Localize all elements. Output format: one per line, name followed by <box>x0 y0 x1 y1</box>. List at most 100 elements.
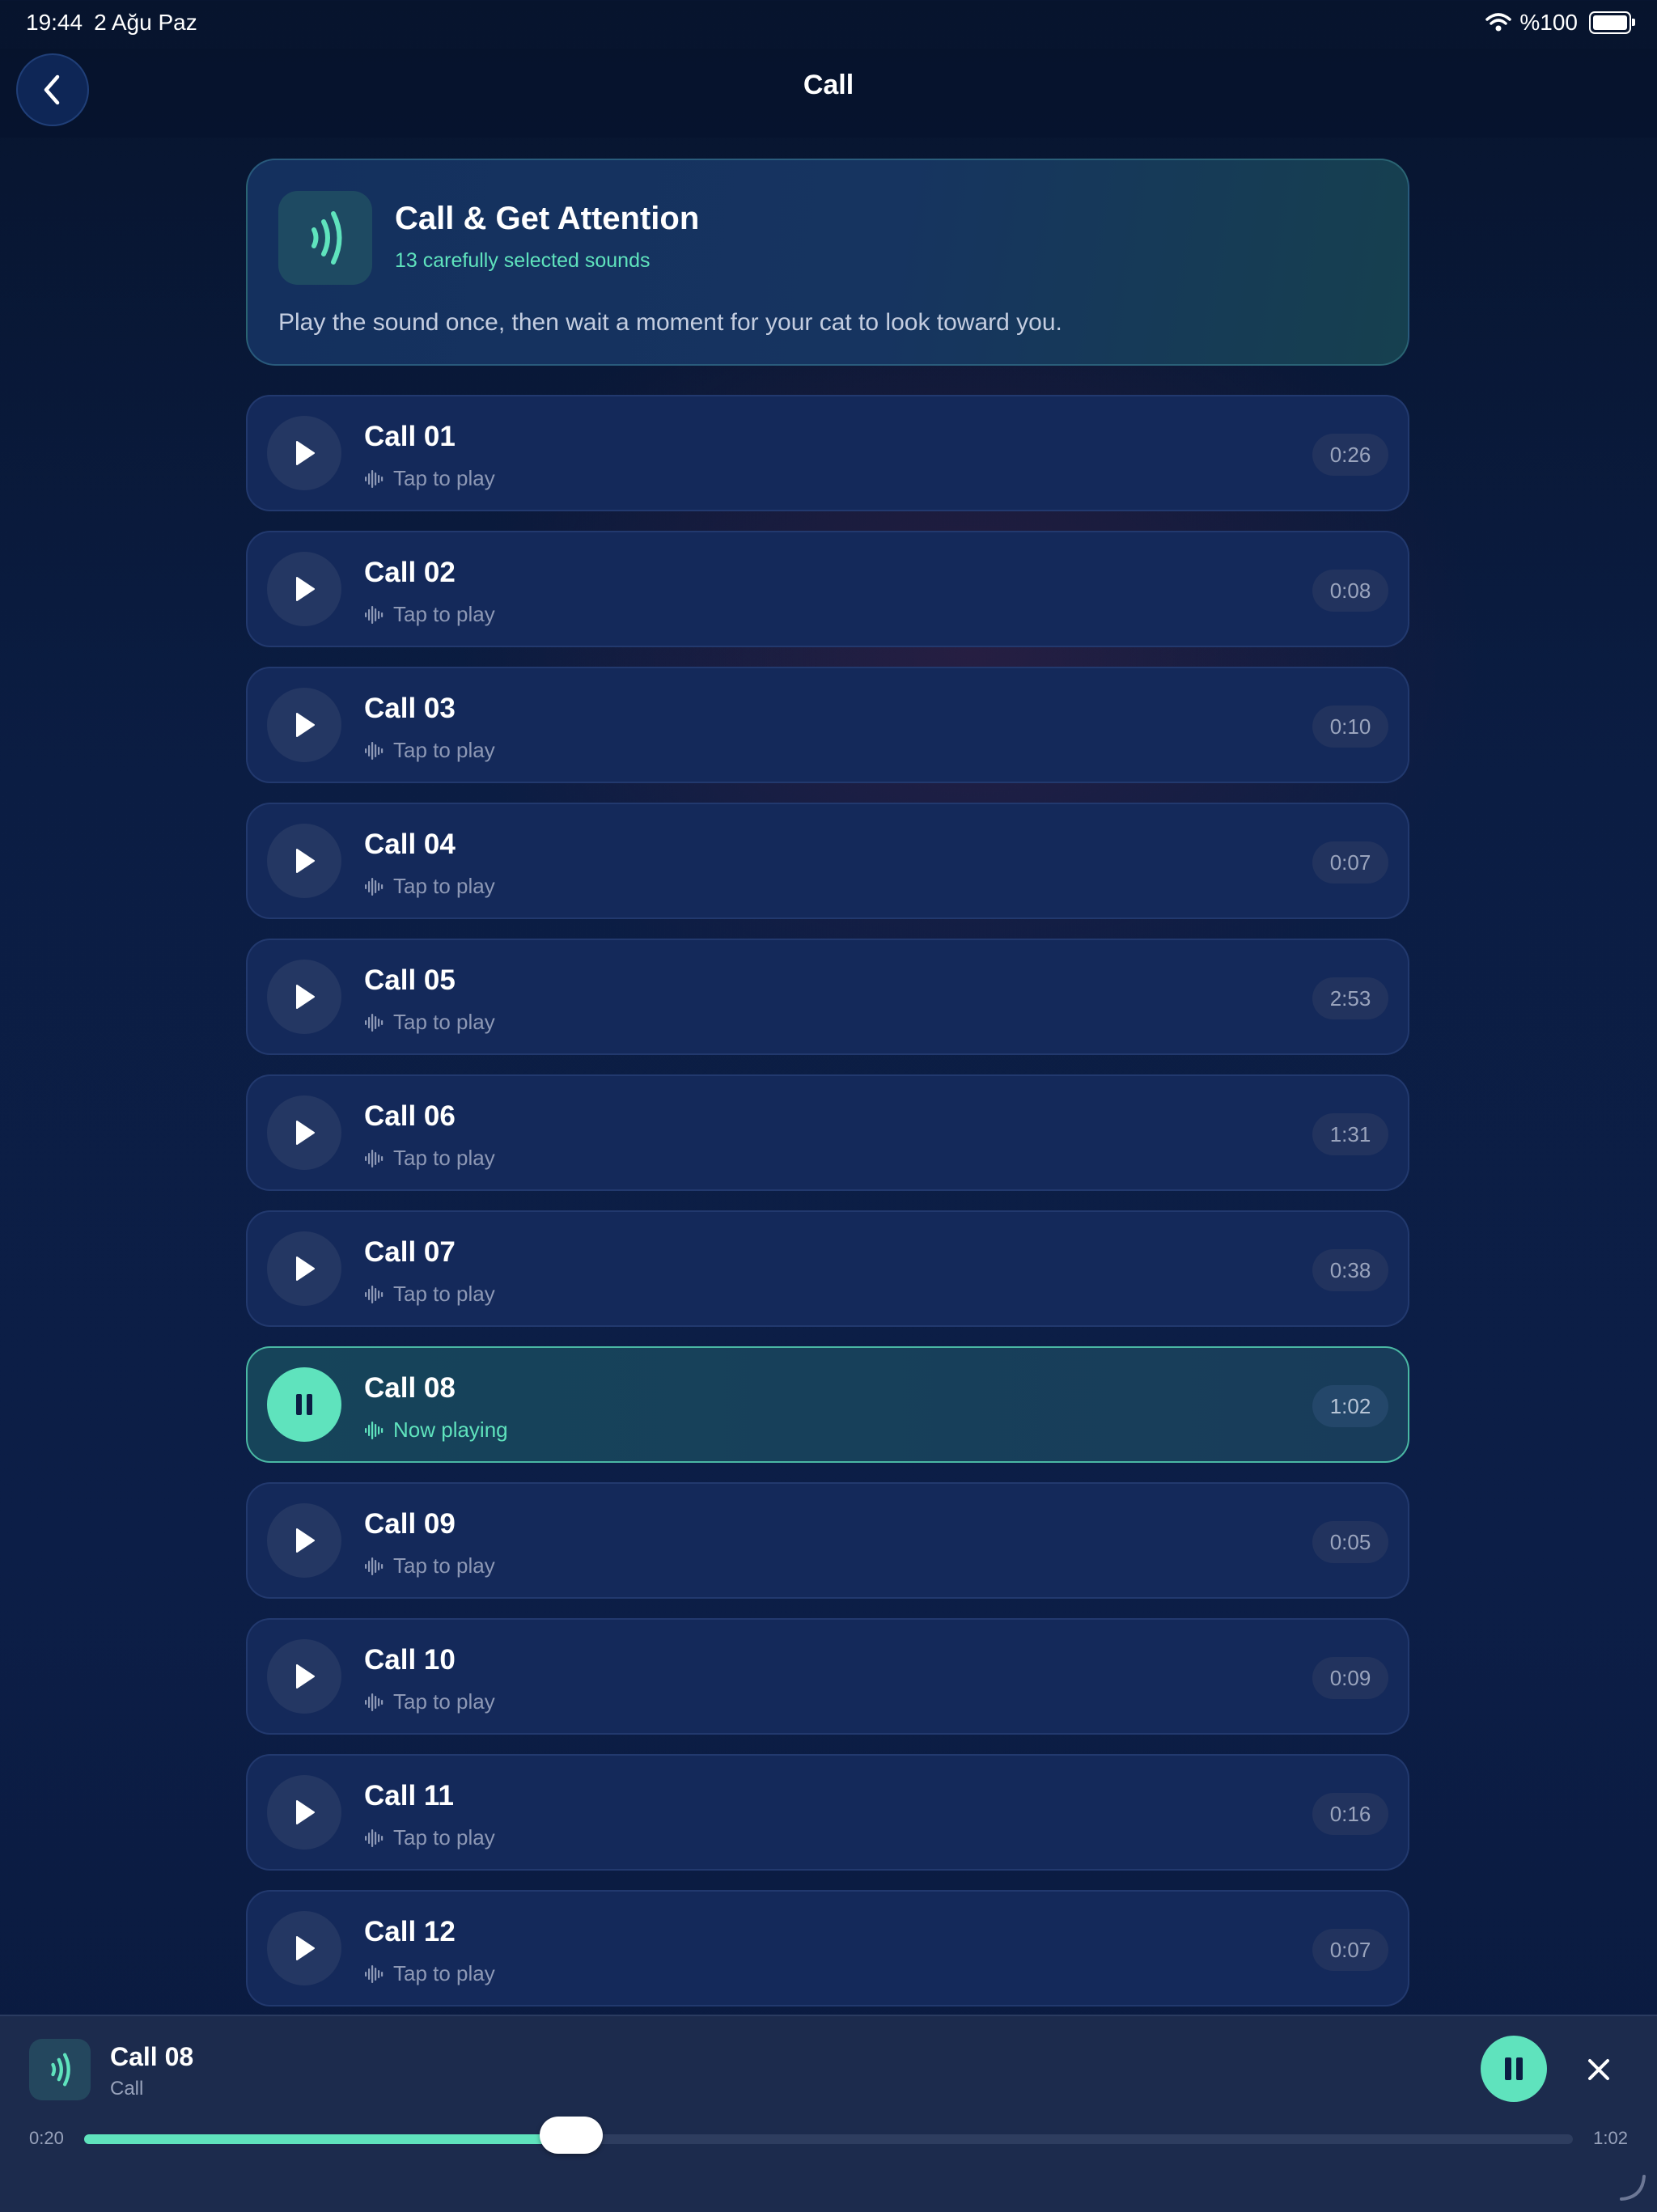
sound-status: Tap to play <box>364 602 495 627</box>
sound-status-label: Tap to play <box>393 1689 495 1714</box>
play-icon <box>296 985 315 1009</box>
battery-percent: %100 <box>1519 10 1578 35</box>
sound-status: Tap to play <box>364 1146 495 1171</box>
waveform-icon <box>365 1285 384 1303</box>
sound-item[interactable]: Call 09 Tap to play 0:05 <box>246 1482 1409 1599</box>
sound-item[interactable]: Call 12 Tap to play 0:07 <box>246 1890 1409 2006</box>
play-icon <box>296 1256 315 1281</box>
sound-item[interactable]: Call 02 Tap to play 0:08 <box>246 531 1409 647</box>
play-button[interactable] <box>267 1231 341 1306</box>
sound-status: Tap to play <box>364 738 495 763</box>
category-icon-box <box>278 191 372 285</box>
duration-badge: 1:31 <box>1312 1113 1388 1155</box>
player-track-title: Call 08 <box>110 2042 194 2071</box>
waveform-icon <box>365 1421 384 1439</box>
duration-badge: 1:02 <box>1312 1385 1388 1427</box>
sound-item[interactable]: Call 05 Tap to play 2:53 <box>246 939 1409 1055</box>
sound-item[interactable]: Call 04 Tap to play 0:07 <box>246 803 1409 919</box>
play-icon <box>296 577 315 601</box>
sound-item[interactable]: Call 11 Tap to play 0:16 <box>246 1754 1409 1871</box>
resize-handle-icon <box>1620 2175 1646 2201</box>
play-button[interactable] <box>267 824 341 898</box>
sound-item[interactable]: Call 03 Tap to play 0:10 <box>246 667 1409 783</box>
sound-status-label: Now playing <box>393 1417 508 1442</box>
player-artwork <box>29 2039 91 2100</box>
waveform-icon <box>365 877 384 896</box>
status-bar: 19:44 2 Ağu Paz %100 <box>0 0 1657 49</box>
sound-status-label: Tap to play <box>393 874 495 898</box>
sound-title: Call 03 <box>364 693 456 724</box>
waveform-icon <box>365 469 384 488</box>
duration-badge: 0:10 <box>1312 706 1388 748</box>
play-icon <box>296 849 315 873</box>
battery-icon <box>1589 11 1635 34</box>
sound-status-label: Tap to play <box>393 466 495 490</box>
play-icon <box>296 1664 315 1689</box>
play-button[interactable] <box>267 1095 341 1170</box>
play-button[interactable] <box>267 960 341 1034</box>
wifi-icon <box>1485 13 1512 32</box>
duration-badge: 0:08 <box>1312 570 1388 612</box>
sound-title: Call 06 <box>364 1100 456 1132</box>
duration-badge: 0:09 <box>1312 1657 1388 1699</box>
sound-item[interactable]: Call 08 Now playing 1:02 <box>246 1346 1409 1463</box>
nav-bar: Call <box>0 49 1657 138</box>
category-title: Call & Get Attention <box>395 201 700 236</box>
pause-icon <box>296 1394 312 1415</box>
play-button[interactable] <box>267 552 341 626</box>
sound-status-label: Tap to play <box>393 738 495 762</box>
sound-status-label: Tap to play <box>393 1146 495 1170</box>
play-button[interactable] <box>267 1503 341 1578</box>
category-description: Play the sound once, then wait a moment … <box>278 309 1062 336</box>
player-pause-button[interactable] <box>1481 2036 1547 2102</box>
sound-status: Tap to play <box>364 1961 495 1986</box>
sound-title: Call 07 <box>364 1236 456 1268</box>
sound-status: Now playing <box>364 1417 508 1443</box>
sound-title: Call 09 <box>364 1508 456 1540</box>
sound-status-label: Tap to play <box>393 602 495 626</box>
pause-button[interactable] <box>267 1367 341 1442</box>
mini-player: Call 08 Call 0:20 1:02 <box>0 2015 1657 2212</box>
sound-title: Call 12 <box>364 1916 456 1947</box>
sound-title: Call 05 <box>364 964 456 996</box>
play-button[interactable] <box>267 416 341 490</box>
duration-badge: 0:26 <box>1312 434 1388 476</box>
sound-waves-icon <box>311 211 342 265</box>
player-progress-slider[interactable] <box>84 2117 1573 2154</box>
duration-badge: 0:07 <box>1312 1929 1388 1971</box>
sound-status: Tap to play <box>364 874 495 899</box>
sound-item[interactable]: Call 06 Tap to play 1:31 <box>246 1074 1409 1191</box>
play-icon <box>296 1936 315 1960</box>
sound-title: Call 08 <box>364 1372 456 1404</box>
play-icon <box>296 1800 315 1824</box>
sound-item[interactable]: Call 10 Tap to play 0:09 <box>246 1618 1409 1735</box>
duration-badge: 0:05 <box>1312 1521 1388 1563</box>
sound-item[interactable]: Call 01 Tap to play 0:26 <box>246 395 1409 511</box>
status-date: 2 Ağu Paz <box>94 10 197 35</box>
sound-title: Call 10 <box>364 1644 456 1676</box>
sound-title: Call 02 <box>364 557 456 588</box>
duration-badge: 0:38 <box>1312 1249 1388 1291</box>
player-progress-thumb[interactable] <box>539 2117 603 2154</box>
sound-status-label: Tap to play <box>393 1553 495 1578</box>
play-button[interactable] <box>267 1775 341 1850</box>
sound-waves-icon <box>51 2053 70 2087</box>
waveform-icon <box>365 1964 384 1983</box>
play-button[interactable] <box>267 688 341 762</box>
player-close-button[interactable] <box>1579 2050 1618 2089</box>
player-total-time: 1:02 <box>1593 2128 1628 2148</box>
page-title: Call <box>803 70 854 100</box>
status-time: 19:44 <box>26 10 83 35</box>
status-indicators: %100 <box>1485 10 1635 36</box>
sound-title: Call 04 <box>364 828 456 860</box>
play-icon <box>296 713 315 737</box>
category-header-card: Call & Get Attention 13 carefully select… <box>246 159 1409 366</box>
sound-status: Tap to play <box>364 1553 495 1578</box>
play-button[interactable] <box>267 1911 341 1985</box>
play-icon <box>296 1528 315 1553</box>
sound-item[interactable]: Call 07 Tap to play 0:38 <box>246 1210 1409 1327</box>
waveform-icon <box>365 1013 384 1032</box>
sound-status-label: Tap to play <box>393 1010 495 1034</box>
play-button[interactable] <box>267 1639 341 1714</box>
close-icon <box>1588 2059 1609 2080</box>
